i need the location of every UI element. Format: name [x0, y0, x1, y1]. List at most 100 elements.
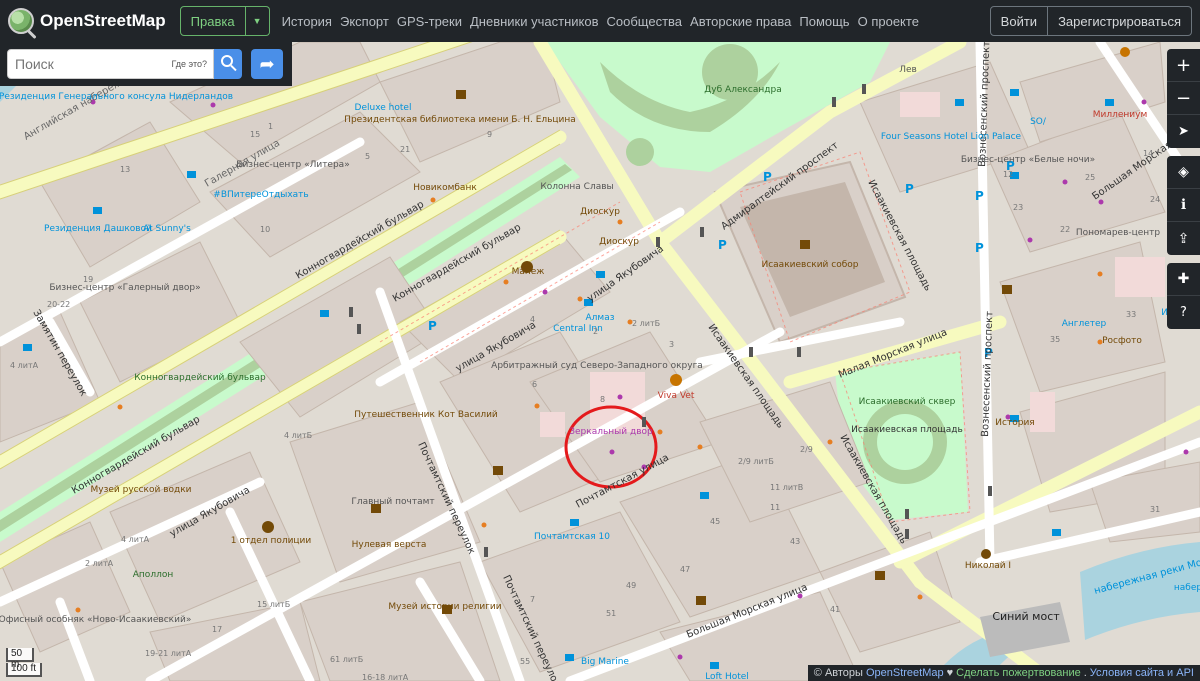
- query-features-button[interactable]: ?: [1167, 296, 1200, 329]
- house-number: 41: [830, 605, 840, 614]
- map-label: Нулевая верста: [352, 540, 427, 550]
- house-number: 19-21 литА: [145, 649, 192, 658]
- map-label: Дуб Александра: [704, 85, 781, 95]
- nav-communities[interactable]: Сообщества: [607, 14, 683, 29]
- osm-contributors-link[interactable]: OpenStreetMap: [866, 667, 944, 679]
- osm-logo-icon: [8, 8, 34, 34]
- logo-text: OpenStreetMap: [40, 11, 166, 30]
- zoom-in-button[interactable]: +: [1167, 49, 1200, 82]
- locate-arrow-icon: ➤: [1178, 124, 1189, 139]
- layers-button[interactable]: ◈: [1167, 156, 1200, 189]
- legend-button[interactable]: ℹ: [1167, 189, 1200, 222]
- terms-link[interactable]: Условия сайта и API: [1090, 667, 1194, 679]
- layer-controls: ◈ ℹ ⇪: [1167, 156, 1200, 255]
- house-number: 51: [606, 609, 616, 618]
- house-number: 2/9 литБ: [738, 457, 774, 466]
- nav-about[interactable]: О проекте: [858, 14, 919, 29]
- svg-text:P: P: [718, 238, 727, 252]
- share-icon: ⇪: [1177, 230, 1190, 247]
- map-label: Бизнес-центр «Галерный двор»: [49, 283, 200, 293]
- house-number: 35: [1050, 335, 1060, 344]
- signup-button[interactable]: Зарегистрироваться: [1048, 6, 1192, 36]
- house-number: 25: [1085, 173, 1095, 182]
- map-label: Диоскур: [599, 237, 639, 247]
- map-label: At Sunny's: [143, 224, 191, 234]
- info-icon: ℹ: [1180, 197, 1187, 213]
- svg-text:P: P: [763, 170, 772, 184]
- map-label: Музей истории религии: [388, 602, 501, 612]
- house-number: 11: [770, 503, 780, 512]
- attribution-copyright: © Авторы: [813, 667, 863, 679]
- map-label: SO/: [1030, 117, 1047, 127]
- house-number: 10: [260, 225, 270, 234]
- map-label: набер: [1174, 583, 1200, 593]
- map-label: Four Seasons Hotel Lion Palace: [881, 132, 1022, 142]
- house-number: 15 литБ: [257, 600, 290, 609]
- house-number: 45: [710, 517, 720, 526]
- map-label: Главный почтамт: [351, 497, 434, 507]
- map-label: Манеж: [512, 267, 545, 277]
- edit-button[interactable]: Правка: [179, 6, 246, 36]
- nav-help[interactable]: Помощь: [799, 14, 849, 29]
- map-label: #ВПитереОтдыхать: [213, 190, 308, 200]
- svg-text:P: P: [975, 241, 984, 255]
- house-number: 2/9: [800, 445, 813, 454]
- nav-gps-traces[interactable]: GPS-треки: [397, 14, 462, 29]
- map-label: Росфото: [1102, 336, 1142, 346]
- directions-button[interactable]: ➦: [251, 49, 283, 79]
- map-label: Колонна Славы: [540, 182, 613, 192]
- nav-copyright[interactable]: Авторские права: [690, 14, 791, 29]
- map-label: Николай I: [965, 561, 1011, 571]
- map-label: Исаакиевский собор: [761, 260, 858, 270]
- map-label: Исаакиевский сквер: [859, 397, 956, 407]
- map-label: Путешественник Кот Василий: [354, 410, 498, 420]
- house-number: 5: [365, 152, 370, 161]
- house-number: 16-18 литА: [362, 673, 409, 681]
- locate-button[interactable]: ➤: [1167, 115, 1200, 148]
- nav-history[interactable]: История: [282, 14, 332, 29]
- house-number: 31: [1150, 505, 1160, 514]
- note-controls: ✚ ?: [1167, 263, 1200, 329]
- edit-dropdown-caret-icon[interactable]: ▼: [245, 6, 270, 36]
- svg-text:P: P: [428, 319, 437, 333]
- map-label: Big Marine: [581, 657, 629, 667]
- where-is-this-link[interactable]: Где это?: [172, 59, 207, 69]
- house-number: 23: [1013, 203, 1023, 212]
- top-navbar: OpenStreetMap Правка ▼ История Экспорт G…: [0, 0, 1200, 42]
- map-label: Арбитражный суд Северо-Западного округа: [491, 361, 703, 371]
- house-number: 2 литА: [85, 559, 114, 568]
- house-number: 3: [669, 340, 674, 349]
- search-box: Где это?: [7, 49, 214, 79]
- house-number: 2 литБ: [632, 319, 660, 328]
- house-number: 22: [1060, 225, 1070, 234]
- map-label: Резиденция Дашковой: [44, 224, 152, 234]
- osm-logo[interactable]: OpenStreetMap: [8, 8, 166, 34]
- scale-metric: 50 m: [6, 648, 34, 670]
- share-button[interactable]: ⇪: [1167, 222, 1200, 255]
- house-number: 1: [268, 122, 273, 131]
- nav-export[interactable]: Экспорт: [340, 14, 389, 29]
- map-canvas[interactable]: PPP PPP PPP: [0, 42, 1200, 681]
- house-number: 4 литА: [121, 535, 150, 544]
- attribution-sep: .: [1083, 667, 1087, 679]
- donate-link[interactable]: Сделать пожертвование: [956, 667, 1081, 679]
- house-number: 6: [532, 380, 537, 389]
- house-number: 4 литА: [10, 361, 39, 370]
- house-number: 15: [250, 130, 260, 139]
- auth-group: Войти Зарегистрироваться: [989, 6, 1192, 36]
- search-button[interactable]: [214, 49, 242, 79]
- zoom-out-button[interactable]: −: [1167, 82, 1200, 115]
- house-number: 24: [1150, 195, 1160, 204]
- map-label: 1 отдел полиции: [231, 536, 312, 546]
- zoom-controls: + − ➤: [1167, 49, 1200, 148]
- map-label: Исаакиевская площадь: [851, 425, 963, 435]
- house-number: 8: [600, 395, 605, 404]
- add-note-button[interactable]: ✚: [1167, 263, 1200, 296]
- login-button[interactable]: Войти: [989, 6, 1049, 36]
- nav-diaries[interactable]: Дневники участников: [470, 14, 599, 29]
- directions-icon: ➦: [259, 54, 275, 74]
- map-label: Зеркальный двор: [569, 427, 653, 437]
- map-label: Музей русской водки: [90, 485, 191, 495]
- house-number: 12: [1003, 170, 1013, 179]
- map-label: Аполлон: [133, 570, 174, 580]
